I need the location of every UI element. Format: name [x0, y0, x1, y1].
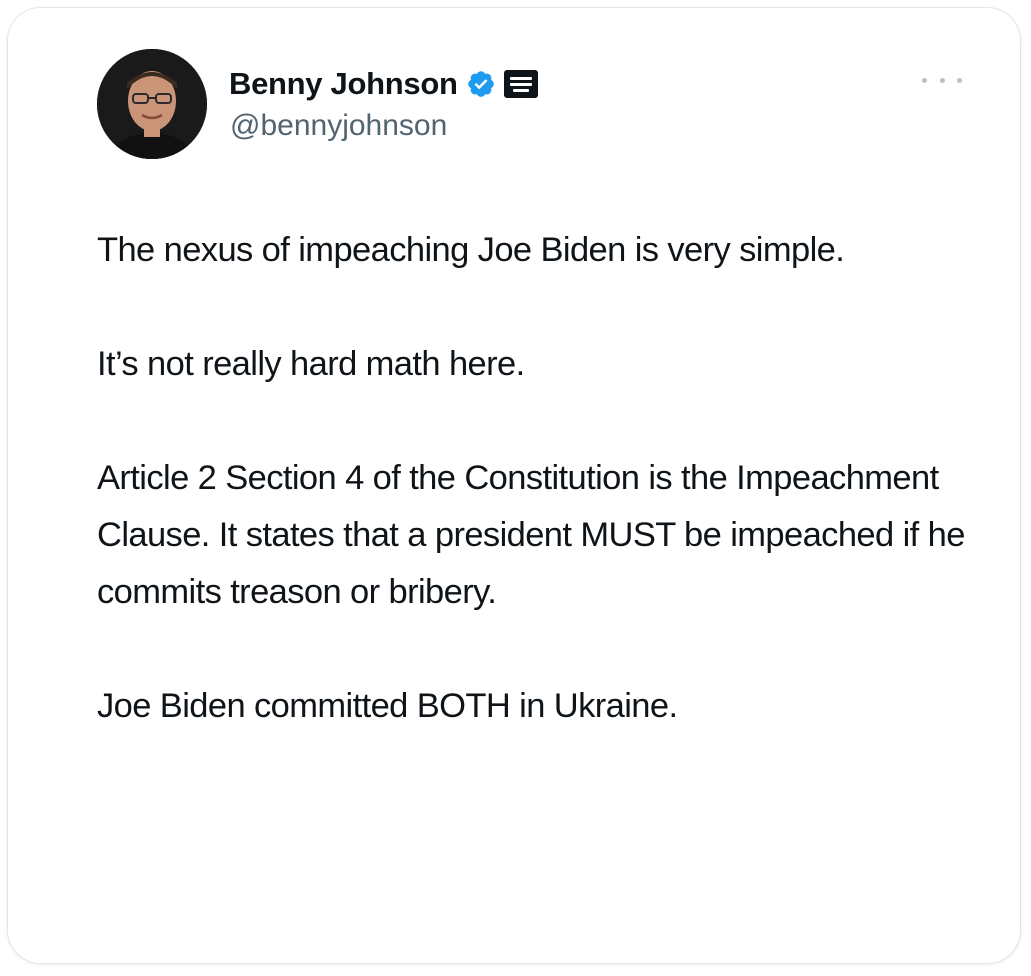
affiliate-logo-stripe — [512, 88, 529, 92]
affiliate-logo-stripe — [509, 82, 532, 86]
display-name[interactable]: Benny Johnson — [229, 66, 458, 102]
post-text: The nexus of impeaching Joe Biden is ver… — [97, 222, 977, 735]
post-paragraph: Article 2 Section 4 of the Constitution … — [97, 459, 965, 611]
post-paragraph: It’s not really hard math here. — [97, 345, 525, 383]
avatar[interactable] — [97, 49, 207, 159]
more-options-icon[interactable] — [922, 70, 962, 90]
more-dot — [939, 77, 945, 83]
more-dot — [922, 77, 927, 83]
affiliate-logo-stripe — [509, 76, 532, 80]
affiliate-badge-icon[interactable] — [503, 70, 538, 98]
author-name-row: Benny Johnson — [229, 62, 538, 106]
post-paragraph: The nexus of impeaching Joe Biden is ver… — [97, 231, 845, 269]
verified-badge-icon — [466, 69, 496, 99]
author-handle[interactable]: @bennyjohnson — [230, 109, 447, 143]
post-paragraph: Joe Biden committed BOTH in Ukraine. — [97, 687, 678, 725]
profile-avatar-icon — [97, 49, 207, 159]
more-dot — [957, 77, 962, 83]
